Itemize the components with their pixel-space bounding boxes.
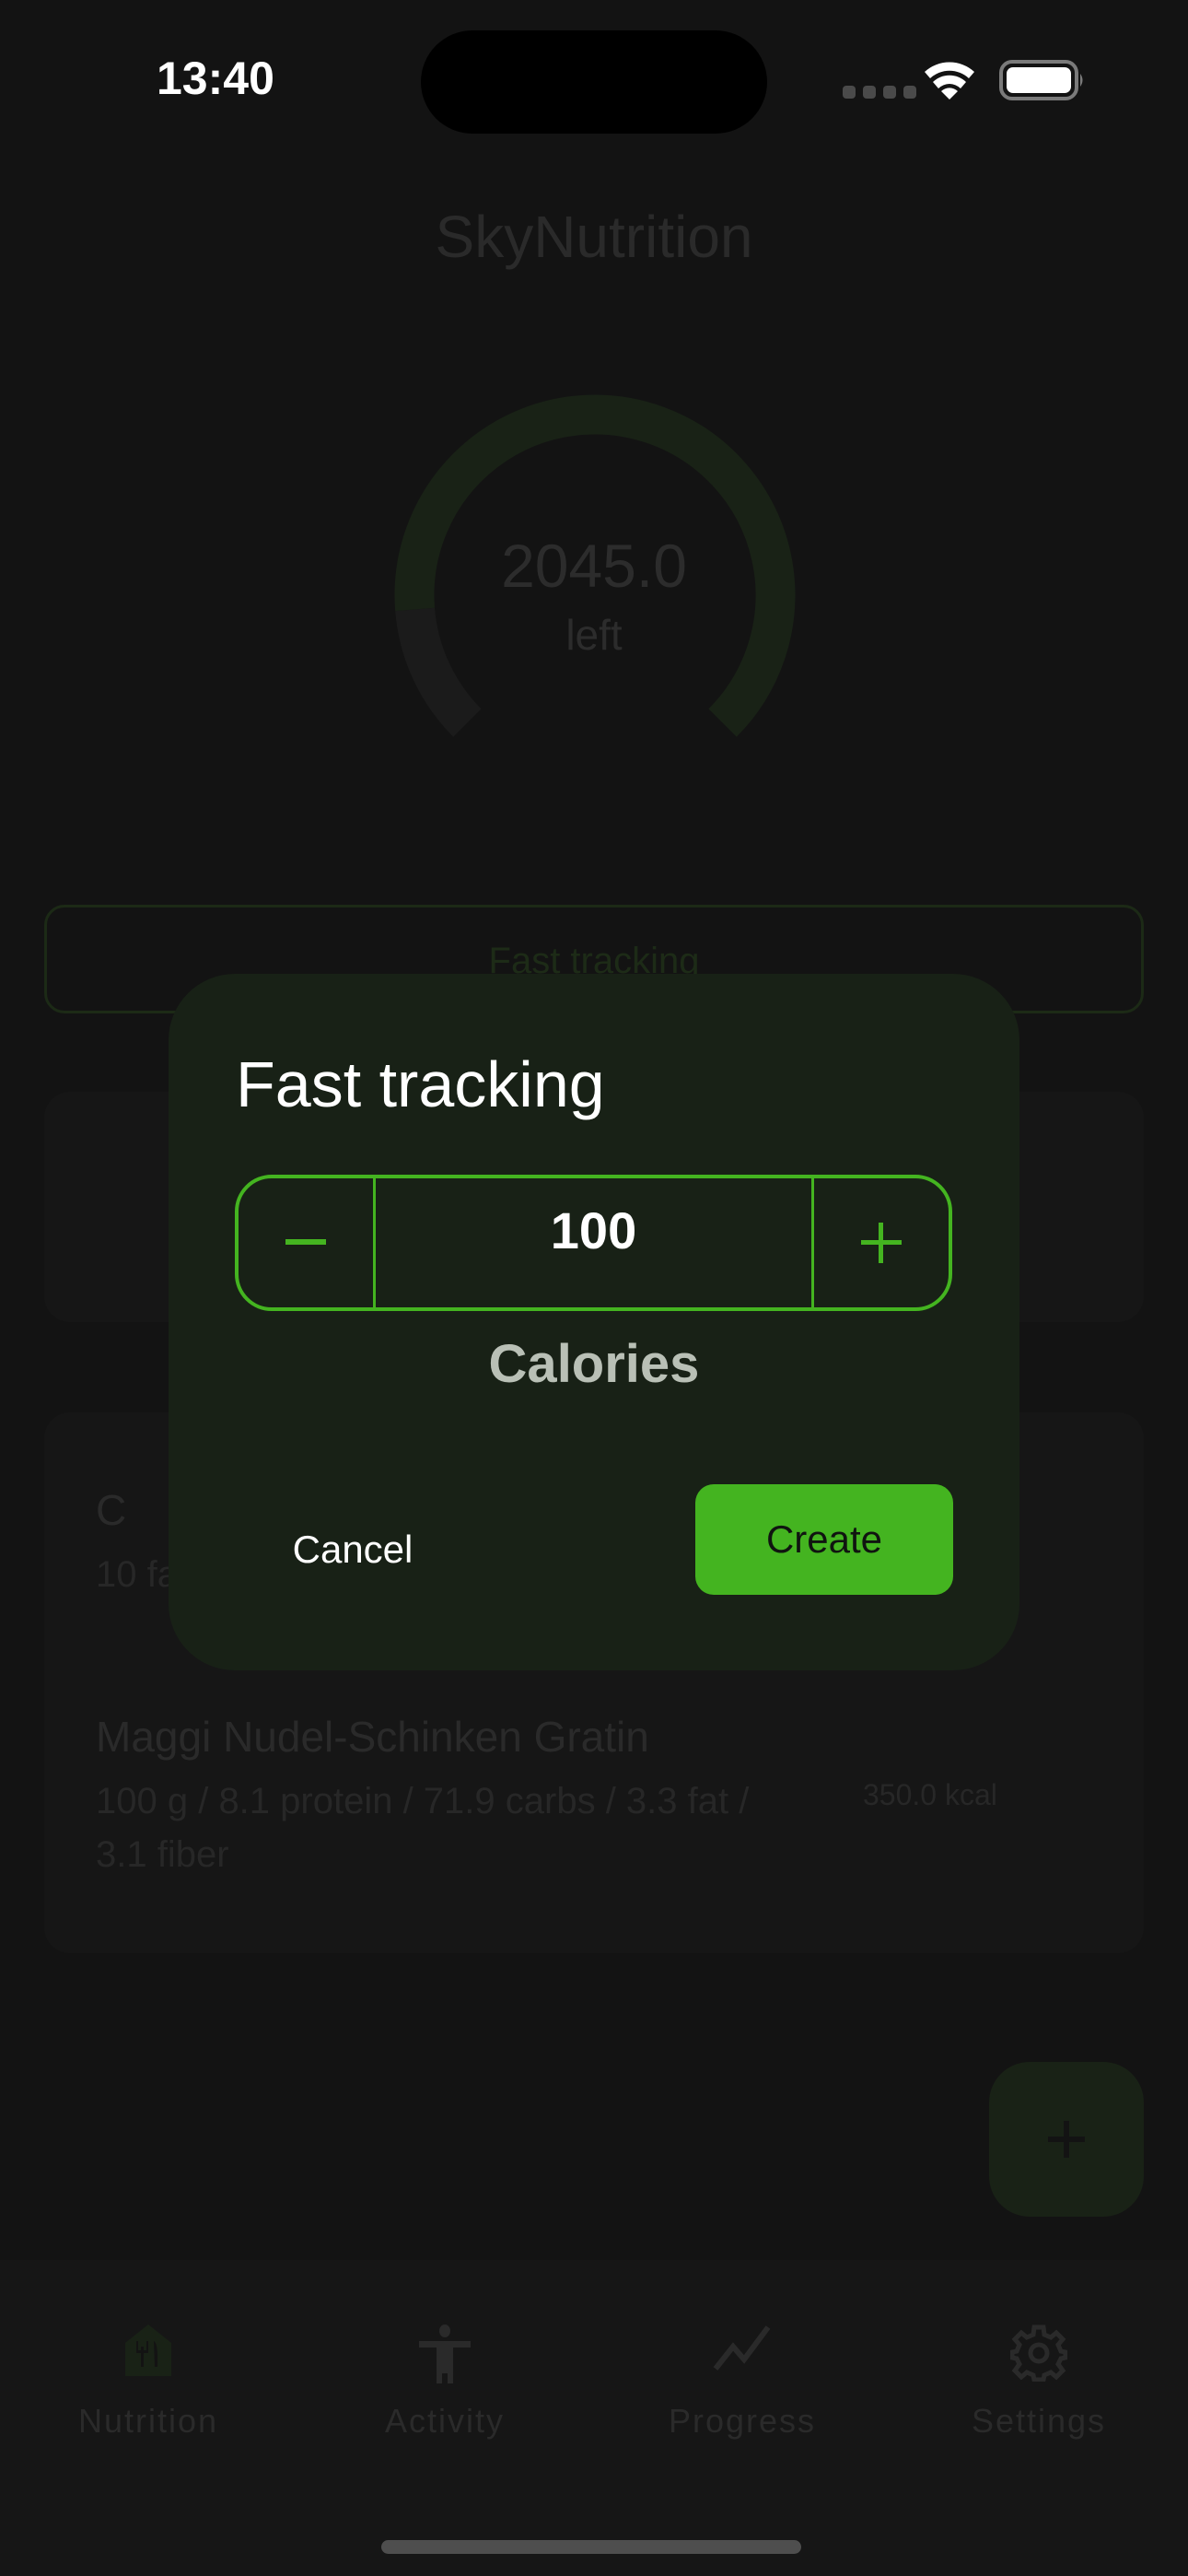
battery-icon: [999, 60, 1083, 100]
nutrition-icon: [125, 2324, 171, 2376]
nav-item-activity[interactable]: Activity: [297, 2260, 593, 2444]
meal-list-item[interactable]: Maggi Nudel-Schinken Gratin 100 g / 8.1 …: [96, 1712, 1054, 1881]
decrement-button[interactable]: [239, 1178, 373, 1307]
increment-button[interactable]: [814, 1178, 949, 1307]
settings-icon: [1010, 2324, 1067, 2382]
progress-icon: [713, 2325, 771, 2371]
cancel-button[interactable]: Cancel: [261, 1508, 445, 1591]
app-title: SkyNutrition: [435, 204, 753, 270]
calories-left-value: 2045.0: [501, 532, 687, 600]
plus-icon: [861, 1223, 902, 1263]
nav-label-progress: Progress: [668, 2402, 817, 2440]
fast-tracking-dialog: Fast tracking 100 Calories Cancel Create: [169, 974, 1019, 1670]
calories-stepper: 100: [235, 1175, 952, 1311]
status-time: 13:40: [157, 53, 274, 104]
meal-name: Maggi Nudel-Schinken Gratin: [96, 1713, 649, 1761]
calories-left-label: left: [565, 611, 623, 659]
home-indicator: [381, 2540, 801, 2554]
dynamic-island: [421, 30, 767, 134]
minus-icon: [285, 1239, 326, 1245]
nav-label-nutrition: Nutrition: [77, 2402, 219, 2440]
unit-label: Calories: [488, 1334, 700, 1394]
nav-label-settings: Settings: [971, 2402, 1107, 2440]
plus-icon: [1048, 2121, 1085, 2158]
meal-detail: 100 g / 8.1 protein / 71.9 carbs / 3.3 f…: [96, 1781, 750, 1875]
meal-kcal: 350.0 kcal: [863, 1778, 997, 1811]
activity-icon: [419, 2324, 471, 2383]
cellular-signal-icon: [843, 86, 916, 99]
calories-input[interactable]: 100: [373, 1178, 814, 1307]
nav-item-nutrition[interactable]: Nutrition: [0, 2260, 297, 2444]
add-meal-button[interactable]: [989, 2062, 1144, 2217]
create-button[interactable]: Create: [695, 1484, 953, 1595]
bottom-nav: Nutrition Activity Progress Settings: [0, 2260, 1188, 2576]
dialog-title: Fast tracking: [236, 1048, 605, 1120]
nav-item-progress[interactable]: Progress: [594, 2260, 891, 2444]
nav-label-activity: Activity: [384, 2402, 505, 2440]
wifi-icon: [925, 62, 974, 100]
nav-item-settings[interactable]: Settings: [891, 2260, 1187, 2444]
